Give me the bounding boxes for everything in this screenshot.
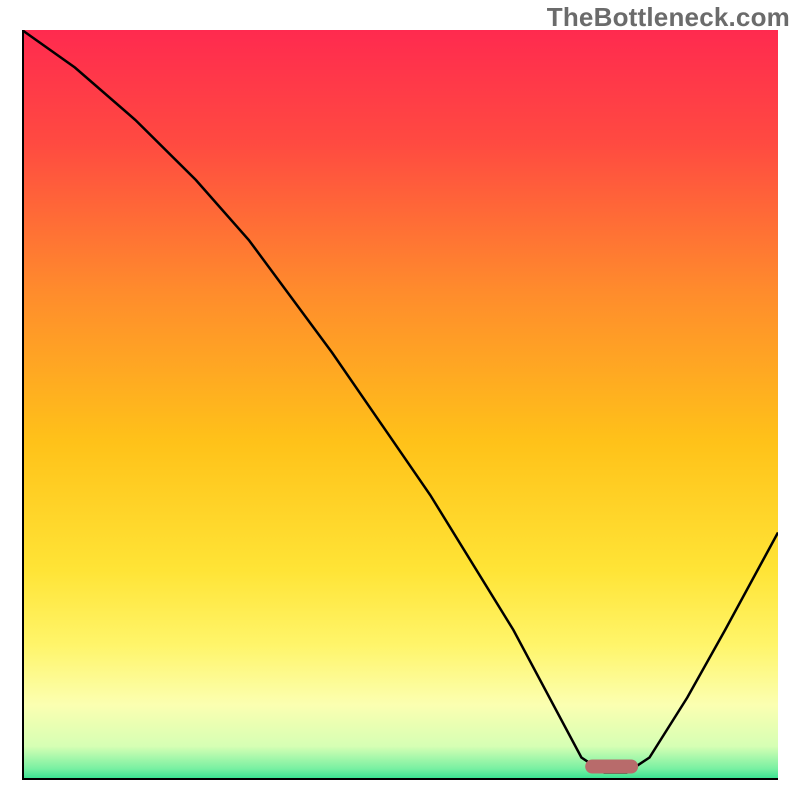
chart-plot [22, 30, 778, 780]
optimum-marker [585, 760, 638, 774]
watermark-text: TheBottleneck.com [547, 2, 790, 33]
chart-background [22, 30, 778, 780]
chart-stage: TheBottleneck.com [0, 0, 800, 800]
